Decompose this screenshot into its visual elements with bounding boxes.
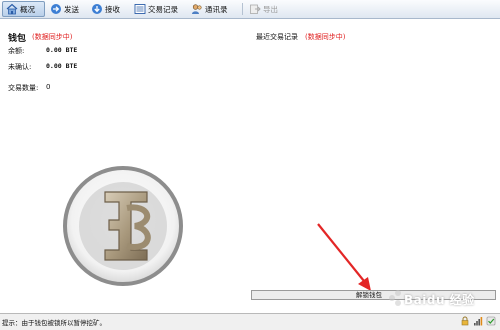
- toolbar-separator: [242, 3, 243, 15]
- toolbar-addressbook-label: 通讯录: [205, 4, 228, 14]
- status-bar: 提示：由于钱包被锁所以暂停挖矿。: [0, 313, 500, 330]
- toolbar-export-label: 导出: [263, 4, 278, 14]
- coin-logo: [63, 166, 183, 286]
- unconfirmed-label: 未确认:: [8, 63, 32, 71]
- toolbar-export-button[interactable]: 导出: [246, 1, 281, 17]
- transactions-list-icon: [134, 4, 146, 14]
- sync-check-icon[interactable]: [486, 316, 496, 326]
- send-arrow-icon: [51, 4, 61, 14]
- toolbar-overview-button[interactable]: 概况: [2, 1, 45, 17]
- toolbar-overview-label: 概况: [20, 4, 35, 14]
- status-message: 提示：由于钱包被锁所以暂停挖矿。: [2, 319, 106, 327]
- toolbar-send-button[interactable]: 发送: [47, 1, 82, 17]
- watermark-text: Baidu 经验: [404, 293, 475, 307]
- recent-transactions-title: 最近交易记录: [256, 33, 298, 41]
- wallet-title: 钱包: [8, 34, 27, 44]
- export-icon: [250, 4, 261, 14]
- toolbar-addressbook-button[interactable]: 通讯录: [188, 1, 231, 17]
- toolbar-transactions-button[interactable]: 交易记录: [131, 1, 181, 17]
- address-book-icon: [192, 4, 202, 14]
- tx-count-value: 0: [46, 83, 51, 91]
- main-toolbar: 概况 发送 接收 交易记录 通讯录 导出: [0, 0, 500, 19]
- toolbar-receive-button[interactable]: 接收: [88, 1, 123, 17]
- balance-label: 余额:: [8, 47, 25, 55]
- unconfirmed-value: 0.00 BTE: [46, 62, 78, 70]
- receive-arrow-icon: [92, 4, 102, 14]
- toolbar-transactions-label: 交易记录: [148, 4, 178, 14]
- home-icon: [6, 3, 18, 15]
- recent-sync-status: (数据同步中): [305, 33, 346, 41]
- status-icons: [460, 316, 496, 326]
- toolbar-receive-label: 接收: [105, 4, 120, 14]
- unlock-wallet-label: 解锁钱包: [356, 291, 382, 299]
- tx-count-label: 交易数量:: [8, 84, 39, 92]
- lock-icon[interactable]: [460, 316, 470, 326]
- annotation-arrow: [317, 223, 371, 291]
- toolbar-send-label: 发送: [64, 4, 79, 14]
- balance-value: 0.00 BTE: [46, 46, 78, 54]
- wallet-sync-status: (数据同步中): [32, 33, 73, 41]
- signal-bars-icon[interactable]: [473, 316, 483, 326]
